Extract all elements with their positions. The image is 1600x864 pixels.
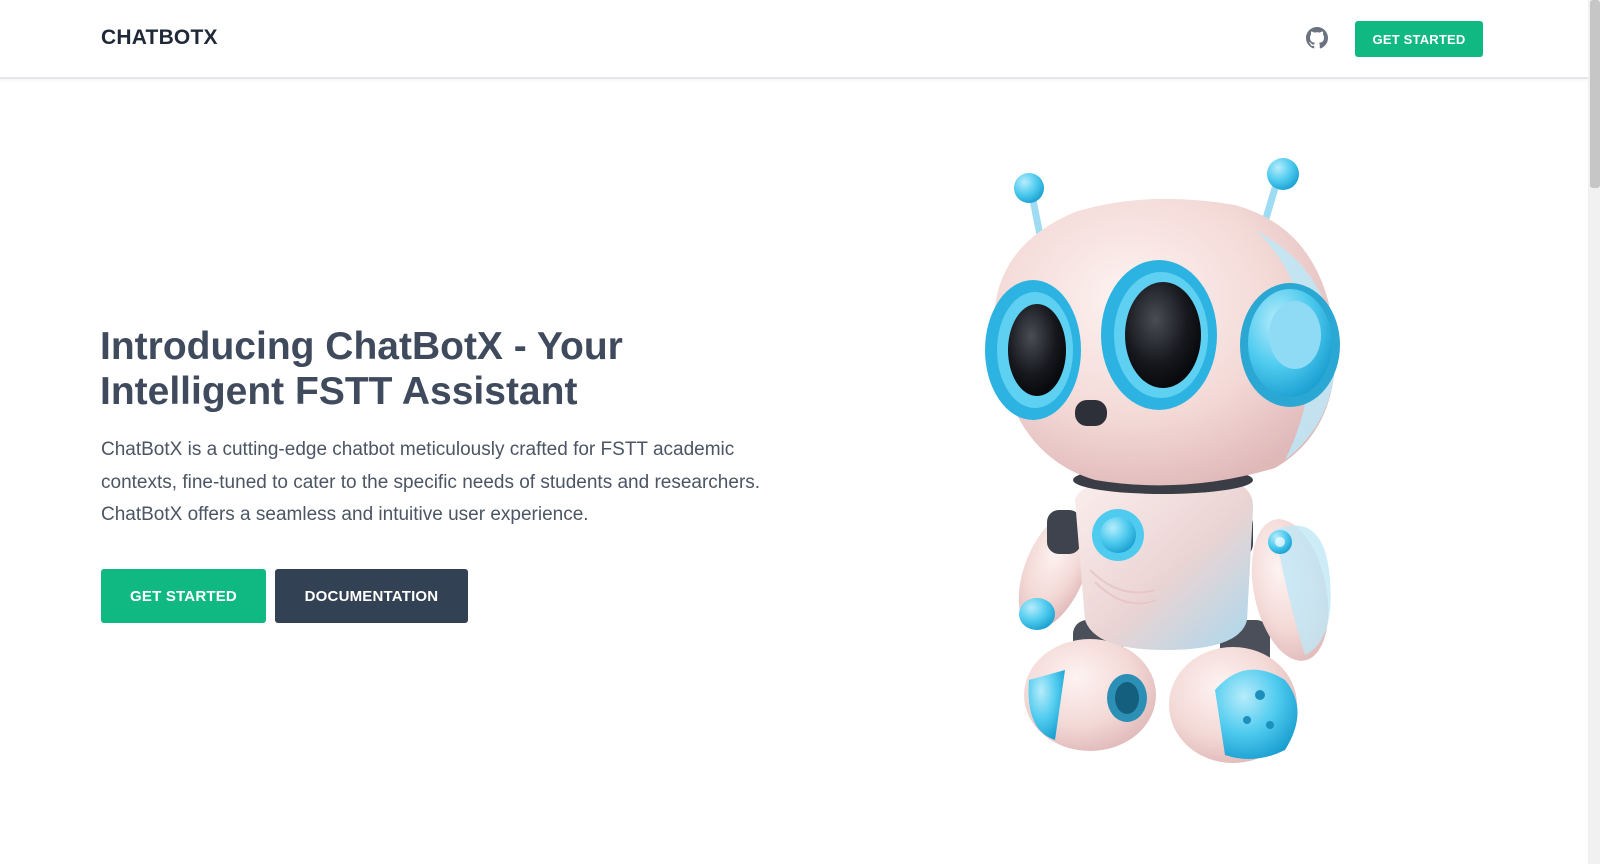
documentation-button[interactable]: DOCUMENTATION	[275, 569, 468, 623]
brand-logo[interactable]: CHATBOTX	[101, 26, 218, 50]
hero-title: Introducing ChatBotX - Your Intelligent …	[100, 324, 820, 414]
github-icon[interactable]	[1306, 27, 1328, 49]
robot-illustration	[985, 150, 1385, 780]
scrollbar-thumb[interactable]	[1590, 0, 1600, 188]
header-get-started-button[interactable]: GET STARTED	[1355, 21, 1483, 57]
hero-title-line-2: Intelligent FSTT Assistant	[100, 370, 578, 413]
landing-page: CHATBOTX GET STARTED Introducing ChatBot…	[0, 0, 1600, 864]
top-navbar: CHATBOTX GET STARTED	[0, 0, 1588, 79]
hero-title-line-1: Introducing ChatBotX - Your	[100, 325, 623, 368]
hero-get-started-button[interactable]: GET STARTED	[101, 569, 266, 623]
hero-description: ChatBotX is a cutting-edge chatbot metic…	[101, 439, 761, 525]
